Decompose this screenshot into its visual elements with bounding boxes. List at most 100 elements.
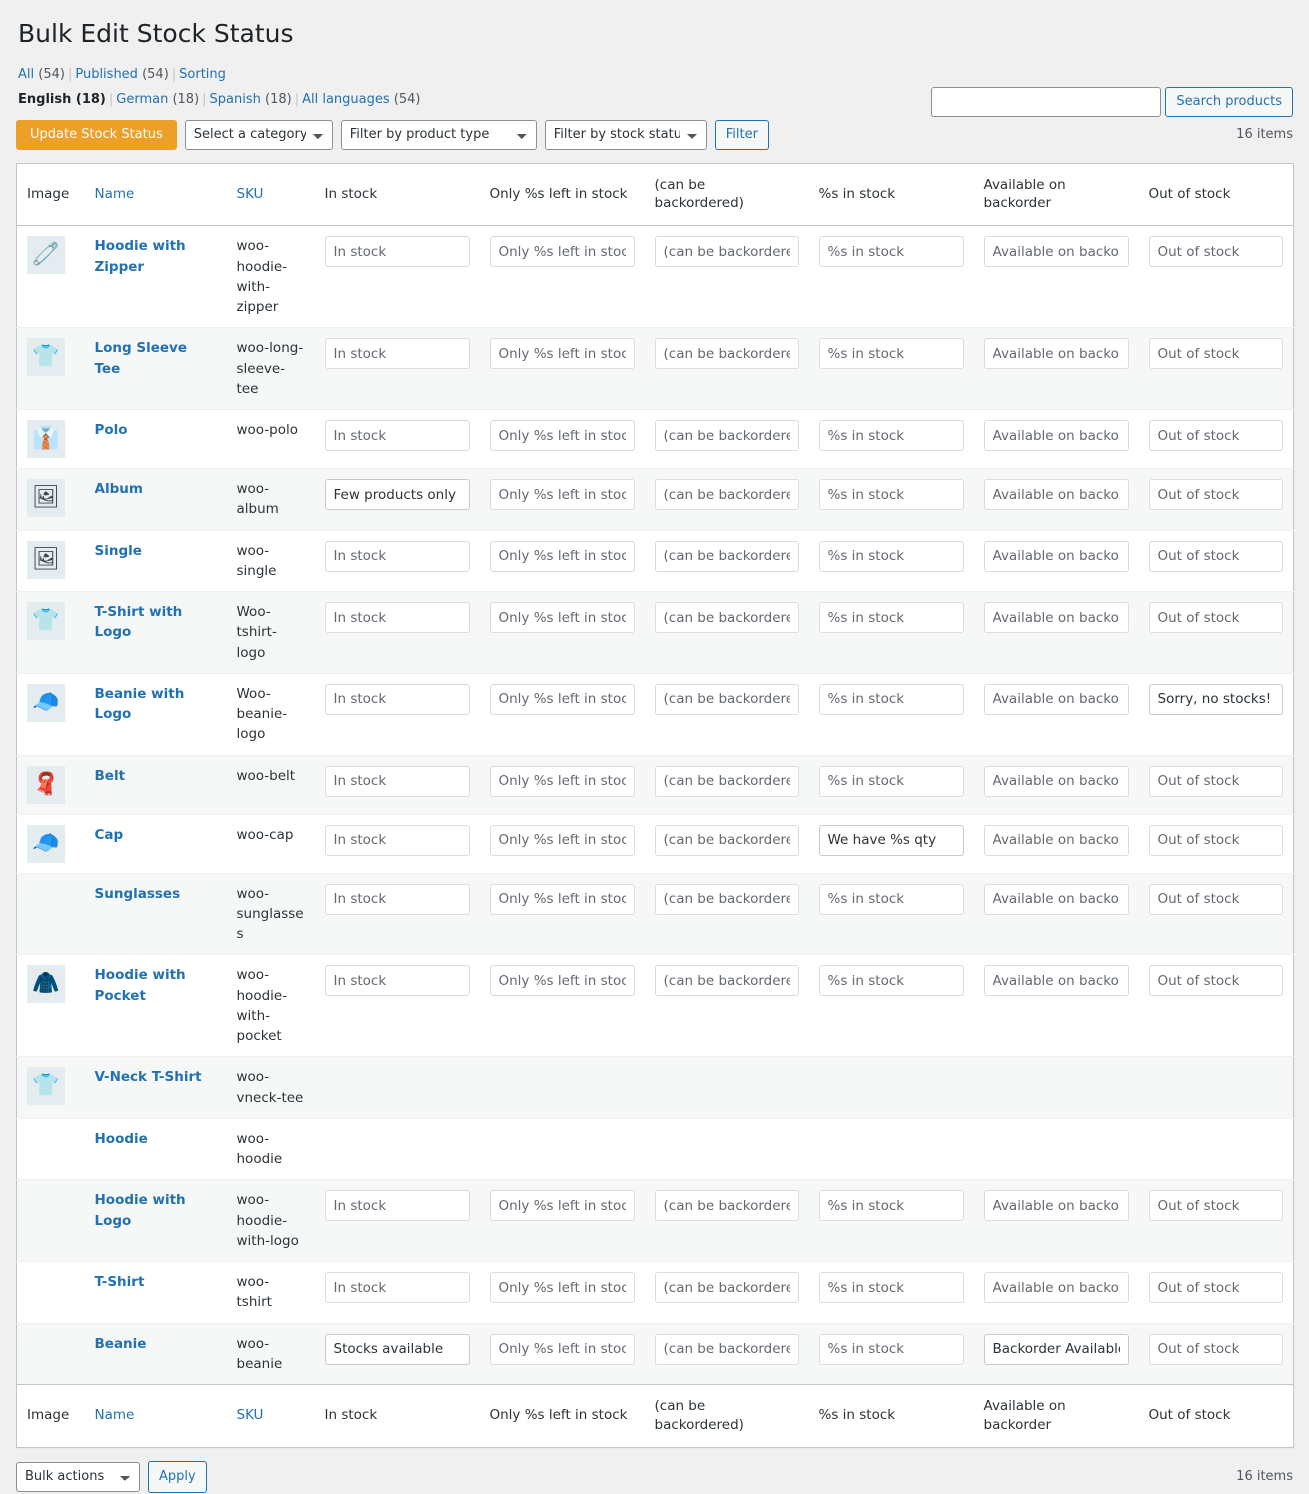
language-spanish-link[interactable]: Spanish xyxy=(210,92,261,107)
product-name-link[interactable]: Hoodie with Zipper xyxy=(95,238,186,274)
available-backorder-input[interactable] xyxy=(983,1333,1129,1365)
only-left-input[interactable] xyxy=(489,338,635,370)
search-products-button[interactable]: Search products xyxy=(1165,87,1293,117)
stock-status-filter-select[interactable]: Filter by stock status xyxy=(544,119,707,150)
out-of-stock-input[interactable] xyxy=(1148,965,1283,997)
backordered-input[interactable] xyxy=(654,540,799,572)
only-left-input[interactable] xyxy=(489,683,635,715)
in-stock-input[interactable] xyxy=(324,338,470,370)
only-left-input[interactable] xyxy=(489,883,635,915)
available-backorder-input[interactable] xyxy=(983,1272,1129,1304)
view-published[interactable]: Published (54) xyxy=(75,67,168,82)
pct-in-stock-input[interactable] xyxy=(818,338,964,370)
only-left-input[interactable] xyxy=(489,420,635,452)
pct-in-stock-input[interactable] xyxy=(818,420,964,452)
available-backorder-input[interactable] xyxy=(983,683,1129,715)
in-stock-input[interactable] xyxy=(324,765,470,797)
only-left-input[interactable] xyxy=(489,824,635,856)
backordered-input[interactable] xyxy=(654,420,799,452)
only-left-input[interactable] xyxy=(489,602,635,634)
available-backorder-input[interactable] xyxy=(983,338,1129,370)
product-name-link[interactable]: Cap xyxy=(95,827,124,843)
only-left-input[interactable] xyxy=(489,1190,635,1222)
in-stock-input[interactable] xyxy=(324,883,470,915)
out-of-stock-input[interactable] xyxy=(1148,540,1283,572)
available-backorder-input[interactable] xyxy=(983,602,1129,634)
out-of-stock-input[interactable] xyxy=(1148,765,1283,797)
column-header-name-link[interactable]: Name xyxy=(95,186,135,202)
footer-column-name-link[interactable]: Name xyxy=(95,1407,135,1423)
backordered-input[interactable] xyxy=(654,965,799,997)
in-stock-input[interactable] xyxy=(324,683,470,715)
backordered-input[interactable] xyxy=(654,602,799,634)
footer-column-sku-link[interactable]: SKU xyxy=(237,1407,264,1423)
product-name-link[interactable]: Beanie with Logo xyxy=(95,686,185,722)
in-stock-input[interactable] xyxy=(324,1190,470,1222)
backordered-input[interactable] xyxy=(654,765,799,797)
out-of-stock-input[interactable] xyxy=(1148,883,1283,915)
out-of-stock-input[interactable] xyxy=(1148,479,1283,511)
only-left-input[interactable] xyxy=(489,540,635,572)
backordered-input[interactable] xyxy=(654,1333,799,1365)
view-all[interactable]: All (54) xyxy=(18,67,65,82)
out-of-stock-input[interactable] xyxy=(1148,236,1283,268)
product-name-link[interactable]: Beanie xyxy=(95,1336,147,1352)
out-of-stock-input[interactable] xyxy=(1148,602,1283,634)
product-name-link[interactable]: Belt xyxy=(95,768,126,784)
only-left-input[interactable] xyxy=(489,1272,635,1304)
product-name-link[interactable]: T-Shirt xyxy=(95,1274,145,1290)
language-german-link[interactable]: German xyxy=(116,92,168,107)
product-name-link[interactable]: Sunglasses xyxy=(95,886,181,902)
filter-button[interactable]: Filter xyxy=(714,119,769,150)
backordered-input[interactable] xyxy=(654,1190,799,1222)
bulk-actions-select[interactable]: Bulk actions xyxy=(16,1461,140,1492)
search-input[interactable] xyxy=(931,87,1162,117)
language-all-link[interactable]: All languages xyxy=(302,92,390,107)
in-stock-input[interactable] xyxy=(324,479,470,511)
product-name-link[interactable]: Album xyxy=(95,481,143,497)
pct-in-stock-input[interactable] xyxy=(818,1333,964,1365)
only-left-input[interactable] xyxy=(489,965,635,997)
footer-column-sku[interactable]: SKU xyxy=(226,1384,315,1448)
out-of-stock-input[interactable] xyxy=(1148,1190,1283,1222)
category-filter-select[interactable]: Select a category xyxy=(184,119,333,150)
pct-in-stock-input[interactable] xyxy=(818,883,964,915)
view-sorting-link[interactable]: Sorting xyxy=(179,67,226,82)
available-backorder-input[interactable] xyxy=(983,420,1129,452)
out-of-stock-input[interactable] xyxy=(1148,824,1283,856)
view-all-link[interactable]: All xyxy=(18,67,34,82)
out-of-stock-input[interactable] xyxy=(1148,1333,1283,1365)
available-backorder-input[interactable] xyxy=(983,765,1129,797)
column-header-sku[interactable]: SKU xyxy=(226,163,315,226)
only-left-input[interactable] xyxy=(489,236,635,268)
pct-in-stock-input[interactable] xyxy=(818,479,964,511)
product-name-link[interactable]: Hoodie with Logo xyxy=(95,1192,186,1228)
product-name-link[interactable]: V-Neck T-Shirt xyxy=(95,1069,202,1085)
in-stock-input[interactable] xyxy=(324,1333,470,1365)
product-name-link[interactable]: Long Sleeve Tee xyxy=(95,340,187,376)
pct-in-stock-input[interactable] xyxy=(818,602,964,634)
in-stock-input[interactable] xyxy=(324,1272,470,1304)
available-backorder-input[interactable] xyxy=(983,479,1129,511)
product-name-link[interactable]: T-Shirt with Logo xyxy=(95,604,183,640)
available-backorder-input[interactable] xyxy=(983,965,1129,997)
footer-column-name[interactable]: Name xyxy=(84,1384,227,1448)
in-stock-input[interactable] xyxy=(324,824,470,856)
language-english[interactable]: English (18) xyxy=(18,92,106,107)
backordered-input[interactable] xyxy=(654,683,799,715)
backordered-input[interactable] xyxy=(654,824,799,856)
pct-in-stock-input[interactable] xyxy=(818,540,964,572)
product-name-link[interactable]: Hoodie with Pocket xyxy=(95,967,186,1003)
pct-in-stock-input[interactable] xyxy=(818,236,964,268)
only-left-input[interactable] xyxy=(489,765,635,797)
only-left-input[interactable] xyxy=(489,479,635,511)
available-backorder-input[interactable] xyxy=(983,540,1129,572)
backordered-input[interactable] xyxy=(654,479,799,511)
out-of-stock-input[interactable] xyxy=(1148,683,1283,715)
in-stock-input[interactable] xyxy=(324,602,470,634)
product-name-link[interactable]: Polo xyxy=(95,422,128,438)
pct-in-stock-input[interactable] xyxy=(818,683,964,715)
available-backorder-input[interactable] xyxy=(983,1190,1129,1222)
only-left-input[interactable] xyxy=(489,1333,635,1365)
available-backorder-input[interactable] xyxy=(983,236,1129,268)
